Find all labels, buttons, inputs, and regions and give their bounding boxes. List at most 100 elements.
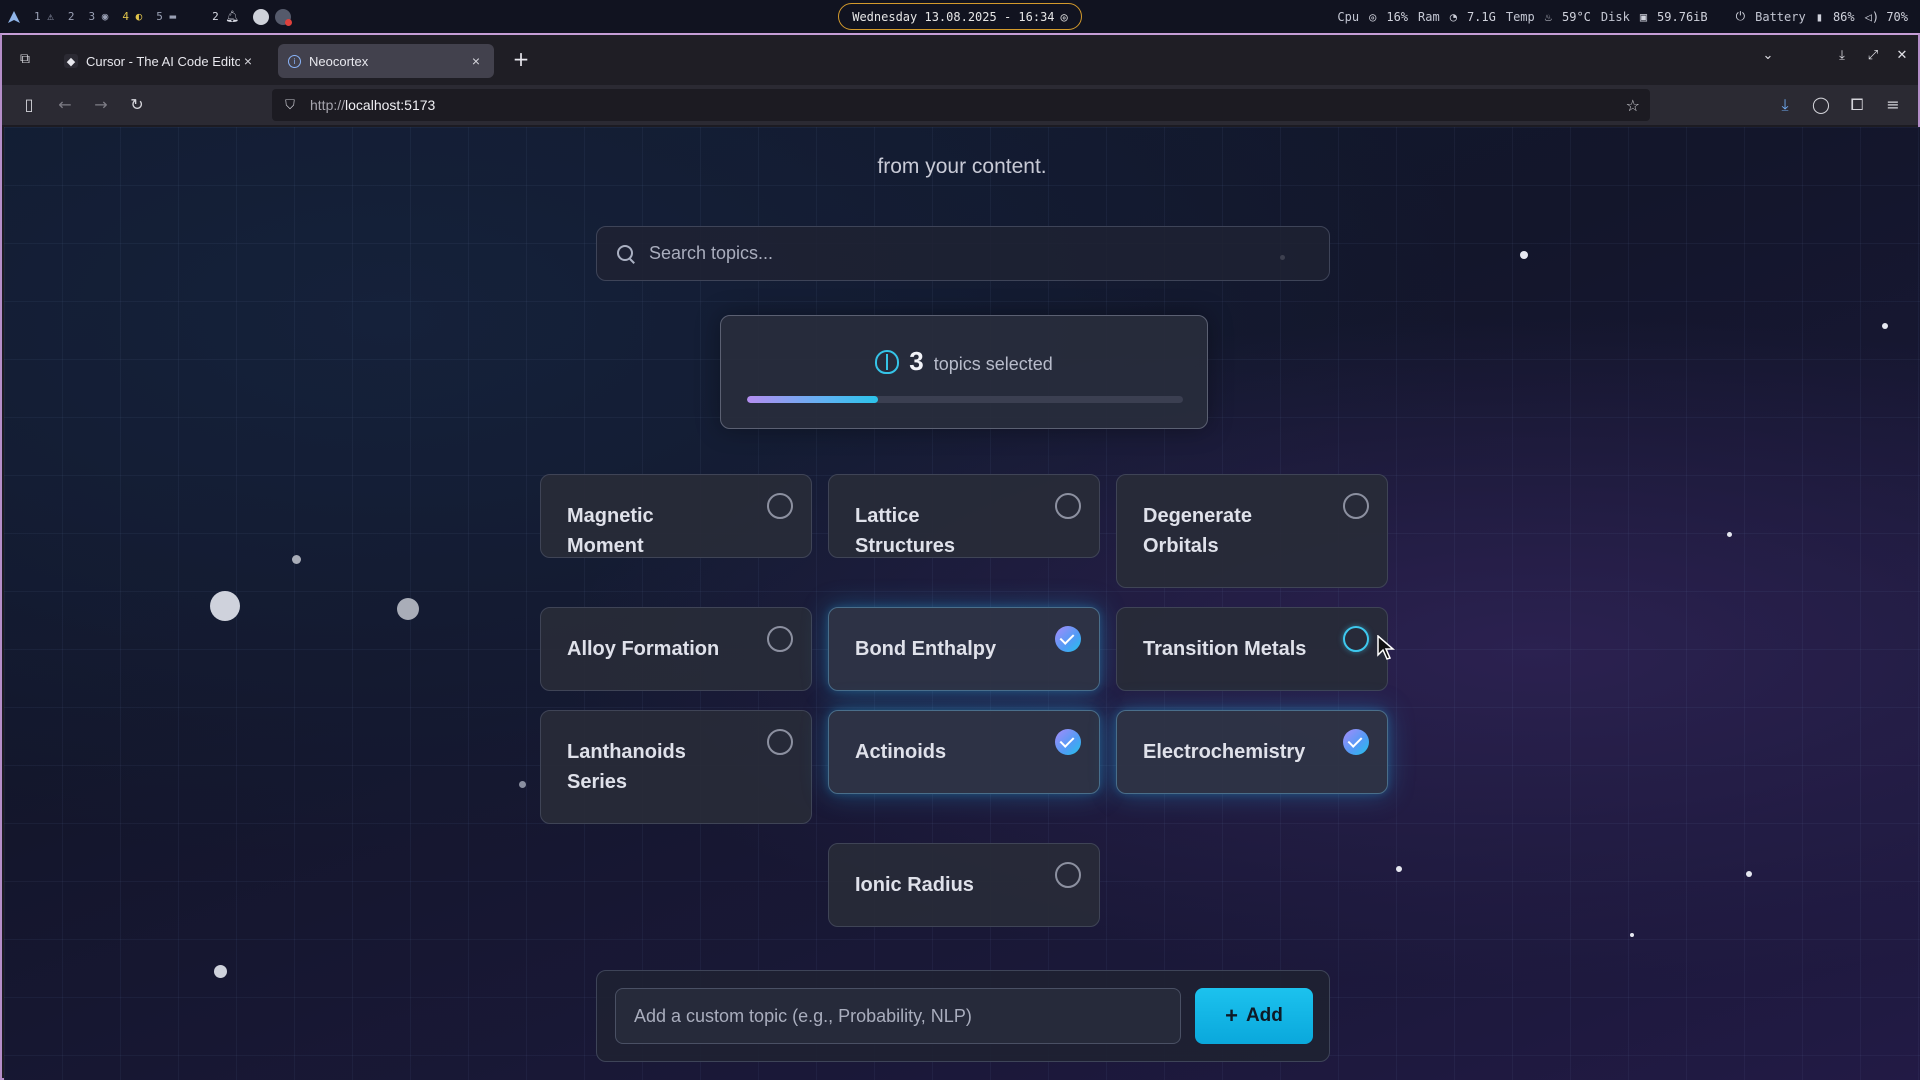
add-button-label: Add bbox=[1245, 1005, 1283, 1026]
app-tray-icon[interactable] bbox=[275, 8, 293, 26]
tab-overflow-chevron-icon[interactable]: ⌄ bbox=[1758, 48, 1778, 63]
search-input[interactable] bbox=[649, 243, 1329, 264]
account-icon[interactable]: ◯ bbox=[1810, 94, 1832, 116]
background-star bbox=[1520, 251, 1528, 259]
workspace-4[interactable]: 4 ◐ bbox=[122, 10, 142, 23]
ram-label: Ram bbox=[1418, 9, 1440, 24]
address-bar[interactable]: ⛉ ▢ http://localhost:5173 ☆ bbox=[272, 89, 1650, 1080]
topic-card[interactable]: Lattice Structures bbox=[828, 474, 1100, 558]
selection-counter: 3 topics selected bbox=[720, 315, 1208, 429]
topic-label: Lattice Structures bbox=[855, 505, 956, 557]
workspace-2[interactable]: 2 bbox=[68, 10, 75, 23]
sidebar-toggle-icon[interactable]: ▯ bbox=[18, 94, 40, 116]
downloads-icon[interactable]: ⤓ bbox=[1774, 94, 1796, 116]
unchecked-circle-icon[interactable] bbox=[1343, 626, 1369, 652]
unchecked-circle-icon[interactable] bbox=[767, 626, 793, 652]
cpu-value: 16% bbox=[1386, 9, 1409, 24]
bell-icon: 🔔︎ bbox=[225, 10, 240, 23]
add-topic-button[interactable]: + Add bbox=[1195, 988, 1313, 1044]
unchecked-circle-icon[interactable] bbox=[1055, 493, 1081, 519]
background-star bbox=[397, 598, 419, 620]
workspace-5[interactable]: 5 ▬ bbox=[156, 10, 176, 23]
tab-title: Neocortex bbox=[309, 53, 369, 69]
topic-label: Transition Metals bbox=[1143, 638, 1307, 660]
maximize-icon[interactable]: ⤢ bbox=[1863, 48, 1883, 63]
custom-topic-input[interactable] bbox=[615, 988, 1181, 1044]
eye-icon: ◎ bbox=[1060, 9, 1068, 24]
volume-indicator[interactable]: ◁) 70% bbox=[1865, 10, 1908, 24]
unchecked-circle-icon[interactable] bbox=[767, 729, 793, 755]
browser-window: ⧉ ◆ Cursor - The AI Code Editor × i Neoc… bbox=[0, 33, 1920, 1080]
flame-icon: ♨ bbox=[1544, 9, 1552, 24]
minimize-icon[interactable]: ⤓ bbox=[1832, 48, 1852, 63]
back-arrow-icon[interactable]: ← bbox=[54, 94, 76, 116]
topic-label: Electrochemistry bbox=[1143, 741, 1306, 763]
background-star bbox=[210, 591, 240, 621]
background-star bbox=[1396, 866, 1402, 872]
topic-label: Magnetic Moment bbox=[567, 505, 654, 557]
cpu-icon: ◎ bbox=[1369, 9, 1377, 24]
topic-card[interactable]: Ionic Radius bbox=[828, 843, 1100, 927]
topic-label: Actinoids bbox=[855, 741, 947, 763]
background-star bbox=[214, 965, 227, 978]
checked-circle-icon[interactable] bbox=[1343, 729, 1369, 755]
topic-card[interactable]: Lanthanoids Series bbox=[540, 710, 812, 824]
forward-arrow-icon[interactable]: → bbox=[90, 94, 112, 116]
search-icon bbox=[615, 243, 637, 265]
topic-label: Bond Enthalpy bbox=[855, 638, 997, 660]
extensions-icon[interactable]: ⧠ bbox=[1846, 94, 1868, 116]
topic-card[interactable]: Magnetic Moment bbox=[540, 474, 812, 558]
background-star bbox=[1727, 532, 1732, 537]
background-star bbox=[519, 781, 526, 788]
workspace-1[interactable]: 1 ⚠ bbox=[34, 10, 54, 23]
custom-topic-form: + Add bbox=[596, 970, 1330, 1062]
menu-hamburger-icon[interactable]: ≡ bbox=[1882, 94, 1904, 116]
clock-text: Wednesday 13.08.2025 - 16:34 bbox=[852, 9, 1055, 24]
disk-icon: ▣ bbox=[1639, 9, 1648, 24]
topic-card[interactable]: Bond Enthalpy bbox=[828, 607, 1100, 691]
topic-card[interactable]: Transition Metals bbox=[1116, 607, 1388, 691]
power-icon[interactable]: ⏻ bbox=[1736, 9, 1746, 24]
ram-value: 7.1G bbox=[1466, 9, 1496, 24]
clock-widget[interactable]: Wednesday 13.08.2025 - 16:34 ◎ bbox=[838, 3, 1082, 30]
tracking-shield-icon[interactable]: ⛉ bbox=[282, 98, 298, 113]
unchecked-circle-icon[interactable] bbox=[767, 493, 793, 519]
background-star bbox=[1746, 871, 1752, 877]
checked-circle-icon[interactable] bbox=[1055, 729, 1081, 755]
unchecked-circle-icon[interactable] bbox=[1055, 862, 1081, 888]
workspace-3[interactable]: 3 ◉ bbox=[89, 10, 109, 23]
topic-card[interactable]: Electrochemistry bbox=[1116, 710, 1388, 794]
topic-grid: Magnetic Moment Lattice Structures Degener… bbox=[540, 474, 1388, 934]
tab-close-icon[interactable]: × bbox=[240, 53, 256, 69]
topic-card[interactable]: Degenerate Orbitals bbox=[1116, 474, 1388, 588]
notification-counter[interactable]: 2 🔔︎ bbox=[212, 10, 239, 23]
network-tray-icon[interactable] bbox=[253, 8, 270, 25]
new-tab-button[interactable]: + bbox=[510, 49, 532, 71]
selected-count: 3 bbox=[909, 346, 924, 376]
tab-list-icon[interactable]: ⧉ bbox=[16, 50, 34, 68]
workspace-list: 1 ⚠ 2 3 ◉ 4 ◐ 5 ▬ 2 🔔︎ bbox=[8, 0, 293, 33]
navigation-toolbar: ▯ ← → ↻ ⛉ ▢ http://localhost:5173 ☆ ⤓ ◯ … bbox=[2, 85, 1918, 1080]
tab-neocortex[interactable]: i Neocortex × bbox=[278, 44, 494, 78]
reload-icon[interactable]: ↻ bbox=[126, 94, 148, 116]
topic-card[interactable]: Actinoids bbox=[828, 710, 1100, 794]
cpu-label: Cpu bbox=[1337, 9, 1360, 24]
checked-circle-icon[interactable] bbox=[1055, 626, 1081, 652]
temp-label: Temp bbox=[1505, 9, 1535, 24]
cursor-favicon-icon: ◆ bbox=[64, 54, 78, 68]
tab-close-icon[interactable]: × bbox=[468, 53, 484, 69]
topic-label: Alloy Formation bbox=[567, 638, 720, 660]
bookmark-star-icon[interactable]: ☆ bbox=[1626, 96, 1640, 115]
unchecked-circle-icon[interactable] bbox=[1343, 493, 1369, 519]
url-text[interactable]: http://localhost:5173 bbox=[310, 97, 435, 113]
topic-card[interactable]: Alloy Formation bbox=[540, 607, 812, 691]
tab-cursor[interactable]: ◆ Cursor - The AI Code Editor × bbox=[54, 44, 266, 78]
disk-label: Disk bbox=[1600, 9, 1630, 24]
close-window-icon[interactable]: ✕ bbox=[1892, 48, 1912, 63]
topic-label: Ionic Radius bbox=[855, 874, 974, 896]
temp-value: 59°C bbox=[1562, 9, 1591, 24]
page-content: from your content. 3 topics selected Mag… bbox=[4, 127, 1920, 1080]
arch-logo-icon[interactable] bbox=[8, 10, 20, 23]
selected-label: topics selected bbox=[933, 354, 1053, 374]
ram-icon: ◔ bbox=[1449, 9, 1457, 24]
